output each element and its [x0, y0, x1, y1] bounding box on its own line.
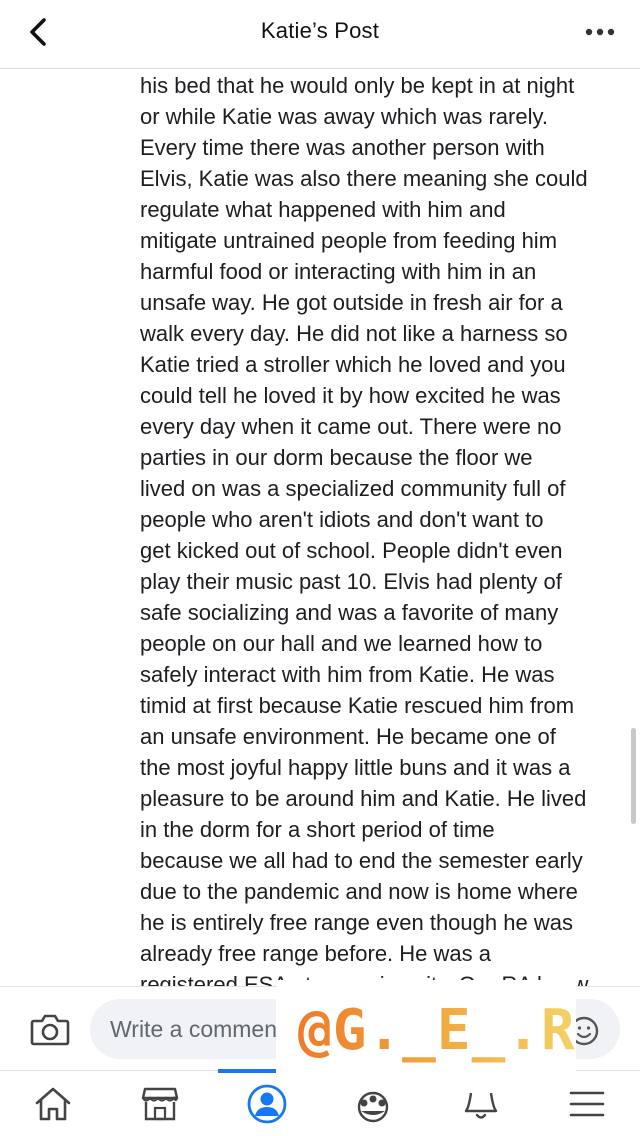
- more-dots-icon: [585, 28, 615, 36]
- post-text-line: pleasure to be around him and Katie. He …: [140, 786, 587, 811]
- post-text-line: walk every day. He did not like a harnes…: [140, 321, 568, 346]
- scrollbar[interactable]: [631, 728, 636, 824]
- notifications-icon: [464, 1092, 498, 1119]
- top-nav-bar: Katie’s Post: [0, 0, 640, 69]
- home-icon: [35, 1087, 71, 1121]
- post-text-line: safe socializing and was a favorite of m…: [140, 600, 559, 625]
- tab-menu[interactable]: [552, 1071, 622, 1136]
- post-text-line: every day when it came out. There were n…: [140, 414, 562, 439]
- profile-icon: [247, 1084, 287, 1124]
- post-text-line: timid at first because Katie rescued him…: [140, 693, 575, 718]
- menu-icon: [569, 1091, 605, 1117]
- post-text-line: lived on was a specialized community ful…: [140, 476, 566, 501]
- post-text-line: safely interact with him from Katie. He …: [140, 662, 555, 687]
- watermark-text: @G._E_.R: [298, 997, 576, 1063]
- post-text-line: people on our hall and we learned how to: [140, 631, 543, 656]
- post-text-line: due to the pandemic and now is home wher…: [140, 879, 578, 904]
- post-text-line: or while Katie was away which was rarely…: [140, 104, 548, 129]
- post-body: his bed that he would only be kept in at…: [140, 68, 628, 986]
- page-title: Katie’s Post: [260, 18, 380, 43]
- post-text-line: parties in our dorm because the floor we: [140, 445, 533, 470]
- groups-icon: [357, 1091, 389, 1123]
- post-text-line: harmful food or interacting with him in …: [140, 259, 537, 284]
- post-text-line: already free range before. He was a: [140, 941, 491, 966]
- marketplace-icon: [141, 1087, 179, 1121]
- post-text-line: he is entirely free range even though he…: [140, 910, 573, 935]
- more-options-button[interactable]: [580, 16, 620, 48]
- post-text-line: play their music past 10. Elvis had plen…: [140, 569, 562, 594]
- post-text-line: unsafe way. He got outside in fresh air …: [140, 290, 563, 315]
- watermark: @G._E_.R: [276, 980, 576, 1080]
- post-text-line: mitigate untrained people from feeding h…: [140, 228, 558, 253]
- post-text-line: Katie tried a stroller which he loved an…: [140, 352, 566, 377]
- post-text-line: get kicked out of school. People didn't …: [140, 538, 563, 563]
- post-text-line: regulate what happened with him and: [140, 197, 506, 222]
- tab-notifications[interactable]: [446, 1071, 516, 1136]
- post-text-line: people who aren't idiots and don't want …: [140, 507, 544, 532]
- post-text-line: because we all had to end the semester e…: [140, 848, 583, 873]
- camera-button[interactable]: [28, 1009, 72, 1049]
- post-text-line: an unsafe environment. He became one of: [140, 724, 556, 749]
- post-text: his bed that he would only be kept in at…: [140, 68, 628, 986]
- post-text-line: Every time there was another person with: [140, 135, 545, 160]
- post-text-line: Elvis, Katie was also there meaning she …: [140, 166, 588, 191]
- post-text-line: his bed that he would only be kept in at…: [140, 73, 575, 98]
- tab-groups[interactable]: [338, 1071, 408, 1136]
- post-text-line: in the dorm for a short period of time: [140, 817, 495, 842]
- post-text-line: could tell he loved it by how excited he…: [140, 383, 561, 408]
- tab-profile[interactable]: [232, 1071, 302, 1136]
- tab-marketplace[interactable]: [125, 1071, 195, 1136]
- post-screen: Katie’s Post his bed that he would only …: [0, 0, 640, 1136]
- post-text-line: the most joyful happy little buns and it…: [140, 755, 571, 780]
- tab-home[interactable]: [18, 1071, 88, 1136]
- camera-icon: [30, 1014, 70, 1046]
